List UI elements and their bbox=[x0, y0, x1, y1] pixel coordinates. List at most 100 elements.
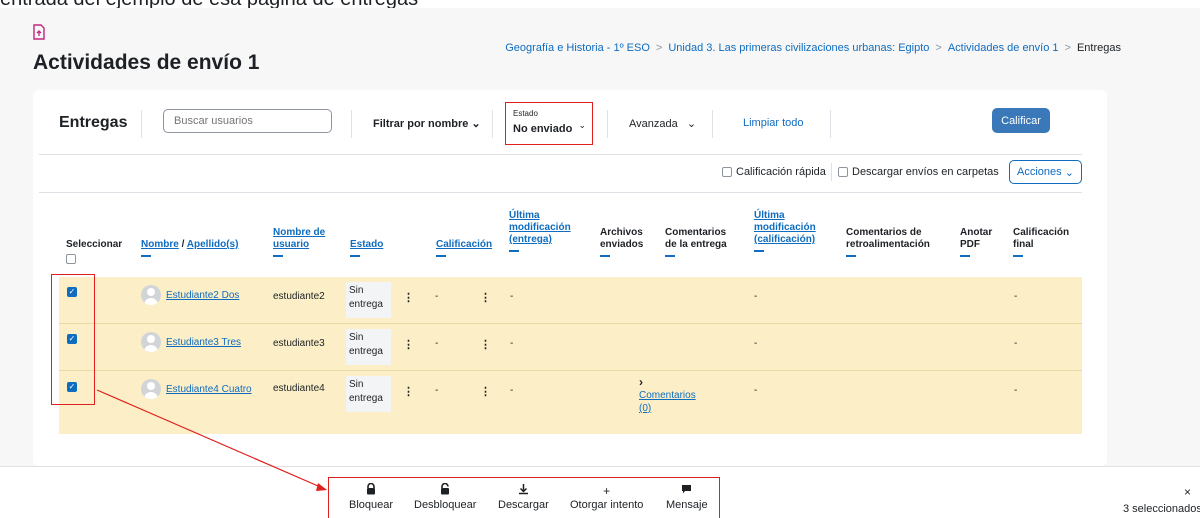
divider bbox=[831, 163, 832, 181]
divider bbox=[492, 110, 493, 138]
sort-status-link[interactable]: Estado bbox=[350, 239, 383, 250]
sort-last-mod-submission-link[interactable]: Última modificación (entrega) bbox=[509, 210, 571, 245]
collapse-column-icon[interactable] bbox=[273, 255, 283, 257]
column-header-final-grade: Calificación final bbox=[1013, 227, 1069, 257]
collapse-column-icon[interactable] bbox=[846, 255, 856, 257]
sort-last-mod-grade-link[interactable]: Última modificación (calificación) bbox=[754, 210, 816, 245]
submission-comments-toggle[interactable]: › Comentarios (0) bbox=[639, 376, 696, 415]
submissions-card: Entregas Filtrar por nombre ⌄ Estado No … bbox=[33, 90, 1107, 466]
download-button[interactable]: Descargar bbox=[498, 483, 549, 511]
sort-last-name-link[interactable]: Apellido(s) bbox=[187, 239, 239, 250]
table-row: ✓ Estudiante4 Cuatro estudiante4 Sin entr… bbox=[59, 371, 1082, 434]
grade-menu-icon[interactable]: ⋮ bbox=[480, 387, 491, 398]
more-options-icon[interactable]: ⋮ bbox=[403, 340, 414, 351]
unlock-label: Desbloquear bbox=[414, 499, 477, 511]
grade-cell: - bbox=[435, 291, 439, 302]
breadcrumb-current: Entregas bbox=[1076, 42, 1121, 54]
download-folders-checkbox[interactable] bbox=[838, 167, 848, 177]
message-label: Mensaje bbox=[666, 499, 708, 511]
quick-grading-option[interactable]: Calificación rápida bbox=[722, 160, 826, 184]
column-header-username: Nombre de usuario bbox=[273, 227, 325, 257]
select-all-checkbox[interactable] bbox=[66, 254, 76, 264]
sort-username-link[interactable]: Nombre de usuario bbox=[273, 227, 325, 250]
student-name-link[interactable]: Estudiante4 Cuatro bbox=[166, 384, 252, 395]
grant-attempt-label: Otorgar intento bbox=[570, 499, 644, 511]
divider bbox=[607, 110, 608, 138]
breadcrumb-unit[interactable]: Unidad 3. Las primeras civilizaciones ur… bbox=[668, 42, 929, 54]
chevron-right-icon: > bbox=[1064, 42, 1071, 54]
avatar[interactable] bbox=[141, 285, 161, 305]
submissions-table-body: ✓ Estudiante2 Dos estudiante2 Sin entrega… bbox=[59, 277, 1082, 434]
collapse-column-icon[interactable] bbox=[600, 255, 610, 257]
lock-button[interactable]: Bloquear bbox=[349, 482, 393, 511]
more-options-icon[interactable]: ⋮ bbox=[403, 293, 414, 304]
collapse-column-icon[interactable] bbox=[1013, 255, 1023, 257]
filter-by-name-dropdown[interactable]: Filtrar por nombre ⌄ bbox=[373, 117, 481, 130]
grade-cell: - bbox=[435, 338, 439, 349]
grade-cell: - bbox=[435, 385, 439, 396]
column-header-submission-comments: Comentarios de la entrega bbox=[665, 227, 727, 257]
collapse-column-icon[interactable] bbox=[665, 255, 675, 257]
advanced-filter-dropdown[interactable]: Avanzada ⌄ bbox=[629, 117, 696, 130]
status-filter-dropdown[interactable]: Estado No enviado ⌄ bbox=[505, 102, 593, 145]
column-header-last-mod-grade: Última modificación (calificación) bbox=[754, 210, 816, 252]
collapse-column-icon[interactable] bbox=[350, 255, 360, 257]
message-button[interactable]: Mensaje bbox=[666, 483, 708, 511]
collapse-column-icon[interactable] bbox=[960, 255, 970, 257]
final-grade-cell: - bbox=[1014, 338, 1018, 349]
message-icon bbox=[666, 483, 708, 499]
final-grade-cell: - bbox=[1014, 291, 1018, 302]
close-icon[interactable]: × bbox=[1184, 485, 1191, 499]
column-header-grade: Calificación bbox=[436, 239, 492, 257]
advanced-filter-label: Avanzada bbox=[629, 118, 678, 130]
sort-first-name-link[interactable]: Nombre bbox=[141, 239, 179, 250]
annotation-highlight-checkboxes bbox=[51, 274, 95, 405]
table-row: ✓ Estudiante3 Tres estudiante3 Sin entreg… bbox=[59, 324, 1082, 371]
toolbar: Entregas Filtrar por nombre ⌄ Estado No … bbox=[33, 90, 1107, 154]
student-name-link[interactable]: Estudiante3 Tres bbox=[166, 337, 241, 348]
filter-by-name-label: Filtrar por nombre bbox=[373, 118, 469, 130]
column-header-last-mod-submission: Última modificación (entrega) bbox=[509, 210, 571, 252]
chevron-right-icon: > bbox=[655, 42, 663, 54]
selected-count: 3 seleccionados bbox=[1123, 503, 1200, 515]
avatar[interactable] bbox=[141, 379, 161, 399]
column-header-status: Estado bbox=[350, 239, 383, 257]
chevron-down-icon: ⌄ bbox=[471, 118, 481, 130]
status-cell: Sin entrega bbox=[346, 282, 391, 318]
username-cell: estudiante3 bbox=[273, 338, 325, 349]
grant-attempt-button[interactable]: + Otorgar intento bbox=[570, 483, 643, 511]
actions-label: Acciones bbox=[1017, 166, 1062, 178]
breadcrumb-course[interactable]: Geografía e Historia - 1º ESO bbox=[505, 42, 650, 54]
comments-link[interactable]: Comentarios bbox=[639, 389, 696, 402]
grade-menu-icon[interactable]: ⋮ bbox=[480, 293, 491, 304]
grade-button[interactable]: Calificar bbox=[992, 108, 1050, 133]
username-cell: estudiante2 bbox=[273, 291, 325, 302]
status-filter-value: No enviado bbox=[513, 123, 573, 135]
username-cell: estudiante4 bbox=[273, 383, 325, 394]
breadcrumb-activity[interactable]: Actividades de envío 1 bbox=[948, 42, 1059, 54]
collapse-column-icon[interactable] bbox=[436, 255, 446, 257]
sort-grade-link[interactable]: Calificación bbox=[436, 239, 492, 250]
download-icon bbox=[498, 483, 549, 499]
download-folders-option[interactable]: Descargar envíos en carpetas bbox=[831, 160, 999, 184]
divider bbox=[712, 110, 713, 138]
quick-grading-label: Calificación rápida bbox=[736, 166, 826, 178]
more-options-icon[interactable]: ⋮ bbox=[403, 387, 414, 398]
collapse-column-icon[interactable] bbox=[509, 250, 519, 252]
grade-menu-icon[interactable]: ⋮ bbox=[480, 340, 491, 351]
actions-dropdown[interactable]: Acciones ⌄ bbox=[1009, 160, 1082, 184]
quick-grading-checkbox[interactable] bbox=[722, 167, 732, 177]
collapse-column-icon[interactable] bbox=[141, 255, 151, 257]
clipped-caption: entrada del ejemplo de esa página de ent… bbox=[0, 0, 1200, 8]
final-grade-cell: - bbox=[1014, 385, 1018, 396]
search-input[interactable] bbox=[163, 109, 332, 133]
avatar[interactable] bbox=[141, 332, 161, 352]
collapse-column-icon[interactable] bbox=[754, 250, 764, 252]
chevron-right-icon: > bbox=[935, 42, 942, 54]
clear-all-link[interactable]: Limpiar todo bbox=[743, 117, 804, 129]
name-separator: / bbox=[181, 239, 185, 250]
toolbar-title: Entregas bbox=[59, 114, 128, 131]
last-mod-cell: - bbox=[510, 338, 514, 349]
unlock-button[interactable]: Desbloquear bbox=[414, 482, 477, 511]
student-name-link[interactable]: Estudiante2 Dos bbox=[166, 290, 239, 301]
